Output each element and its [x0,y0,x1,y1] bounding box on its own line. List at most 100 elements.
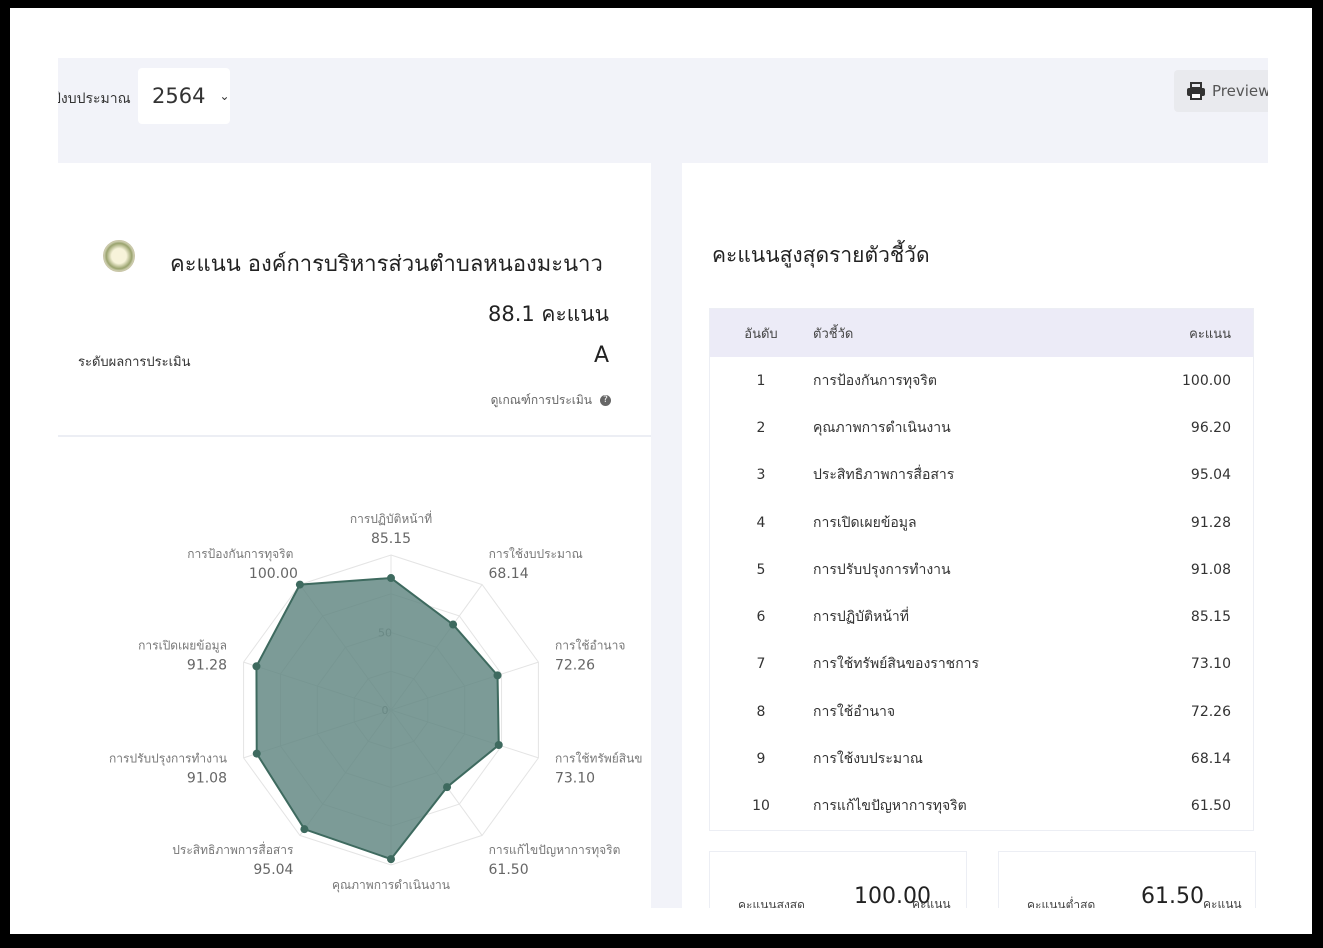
radar-data-point [300,825,309,834]
radar-axis-label: คุณภาพการดำเนินงาน [332,878,450,893]
rank-cell: 2 [756,419,766,436]
radar-value-label: 72.26 [555,657,595,673]
max-score-label: คะแนนสูงสุด [738,898,805,908]
score-cell: 96.20 [1190,419,1231,436]
radar-axis-label: การปรับปรุงการทำงาน [109,752,227,767]
table-row: 8 การใช้อำนาจ 72.26 [710,688,1254,735]
indicator-cell: การแก้ไขปัญหาการทุจริต [813,798,967,815]
radar-axis-label: การป้องกันการทุจริต [187,547,293,562]
rank-cell: 6 [756,609,766,626]
radar-data-point [443,783,452,792]
indicator-cell: การปรับปรุงการทำงาน [813,561,951,578]
score-cell: 91.28 [1190,514,1231,531]
rank-cell: 1 [756,372,766,389]
table-row: 3 ประสิทธิภาพการสื่อสาร 95.04 [710,452,1254,499]
radar-value-label: 73.10 [555,771,595,787]
score-cell: 100.00 [1182,372,1231,389]
score-cell: 72.26 [1190,703,1231,720]
radar-data-point [493,671,502,680]
indicator-cell: การปฏิบัติหน้าที่ [813,609,910,626]
rank-cell: 5 [756,561,766,578]
radar-axis-label: การแก้ไขปัญหาการทุจริต [489,843,621,858]
score-cell: 91.08 [1190,561,1231,578]
min-score-box: คะแนนต่ำสุด 61.50 คะแนน [998,851,1256,908]
radar-data-point [252,749,261,758]
indicator-cell: การเปิดเผยข้อมูล [813,514,917,531]
radar-value-label: 68.14 [489,566,529,582]
radar-value-label: 61.50 [489,862,529,878]
criteria-link[interactable]: ดูเกณฑ์การประเมิน? [491,391,611,410]
screen: ปีงบประมาณ 2564 ⌄ Preview คะแนน องค์การบ… [10,8,1312,934]
radar-axis-label: ประสิทธิภาพการสื่อสาร [172,841,294,857]
dashboard: ปีงบประมาณ 2564 ⌄ Preview คะแนน องค์การบ… [58,58,1268,908]
radar-data-point [387,574,395,583]
rank-cell: 7 [756,656,766,673]
year-label: ปีงบประมาณ [58,91,131,107]
radar-axis-label: การใช้งบประมาณ [489,547,583,561]
rank-cell: 4 [756,514,766,531]
radar-data-point [387,855,395,864]
score-cell: 61.50 [1190,798,1231,815]
table-header-row: อันดับ ตัวชี้วัด คะแนน [709,308,1254,357]
max-score-box: คะแนนสูงสุด 100.00 คะแนน [709,851,967,908]
table-row: 6 การปฏิบัติหน้าที่ 85.15 [710,593,1254,640]
score-cell: 68.14 [1190,751,1231,768]
header-score: คะแนน [1120,308,1254,357]
table-row: 5 การปรับปรุงการทำงาน 91.08 [710,546,1254,593]
radar-value-label: 95.04 [253,862,293,878]
organization-title: คะแนน องค์การบริหารส่วนตำบลหนองมะนาว [170,252,603,277]
rank-cell: 3 [756,467,766,484]
radar-data-point [494,741,503,750]
indicator-cell: การใช้ทรัพย์สินของราชการ [813,656,980,673]
grade-value: A [593,343,609,368]
max-score-unit: คะแนน [912,897,951,908]
min-score-value: 61.50 [1141,884,1204,908]
chevron-down-icon: ⌄ [219,89,230,103]
radar-value-label: 91.28 [187,657,227,673]
rank-cell: 9 [756,751,766,768]
indicator-cell: ประสิทธิภาพการสื่อสาร [813,467,955,484]
table-row: 9 การใช้งบประมาณ 68.14 [710,735,1254,782]
header-indicator: ตัวชี้วัด [812,308,1121,357]
year-select[interactable]: 2564 ⌄ [138,68,230,124]
ranking-card: คะแนนสูงสุดรายตัวชี้วัด อันดับ ตัวชี้วัด… [682,163,1268,908]
preview-button[interactable]: Preview [1174,70,1268,112]
radar-value-label: 91.08 [187,771,227,787]
min-score-label: คะแนนต่ำสุด [1027,898,1096,908]
rank-cell: 8 [756,703,766,720]
radar-value-label: 100.00 [249,566,298,582]
total-score: 88.1 คะแนน [487,302,609,326]
score-card: คะแนน องค์การบริหารส่วนตำบลหนองมะนาว 88.… [58,163,651,908]
radar-value-label: 85.15 [371,531,411,547]
table-row: 10 การแก้ไขปัญหาการทุจริต 61.50 [710,783,1254,831]
table-row: 7 การใช้ทรัพย์สินของราชการ 73.10 [710,641,1254,688]
radar-chart: 050การปฏิบัติหน้าที่85.15การใช้งบประมาณ6… [109,510,643,893]
indicator-cell: การป้องกันการทุจริต [813,372,937,389]
radar-axis-label: การใช้ทรัพย์สินข [555,752,642,766]
radar-axis-label: การใช้อำนาจ [555,638,625,652]
radar-data-point [449,620,458,629]
printer-icon [1187,82,1205,100]
header-rank: อันดับ [709,308,812,357]
grade-label: ระดับผลการประเมิน [78,355,191,370]
ranking-title: คะแนนสูงสุดรายตัวชี้วัด [712,243,930,267]
filter-bar: ปีงบประมาณ 2564 ⌄ Preview [58,58,1268,163]
organization-logo [103,240,135,272]
indicator-cell: คุณภาพการดำเนินงาน [813,419,951,436]
table-row: 1 การป้องกันการทุจริต 100.00 [710,357,1254,404]
score-cell: 95.04 [1190,467,1231,484]
table-row: 2 คุณภาพการดำเนินงาน 96.20 [710,404,1254,451]
year-value: 2564 [152,84,206,108]
radar-data-point [252,662,261,671]
indicator-cell: การใช้อำนาจ [813,703,896,720]
criteria-link-label: ดูเกณฑ์การประเมิน [490,393,592,407]
score-cell: 85.15 [1190,609,1231,626]
score-cell: 73.10 [1190,656,1231,673]
min-score-unit: คะแนน [1203,897,1242,908]
question-icon: ? [600,395,611,406]
preview-label: Preview [1212,82,1268,100]
radar-axis-label: การเปิดเผยข้อมูล [138,638,227,653]
rank-cell: 10 [752,798,770,815]
indicator-cell: การใช้งบประมาณ [813,751,923,768]
radar-axis-label: การปฏิบัติหน้าที่ [350,510,432,526]
